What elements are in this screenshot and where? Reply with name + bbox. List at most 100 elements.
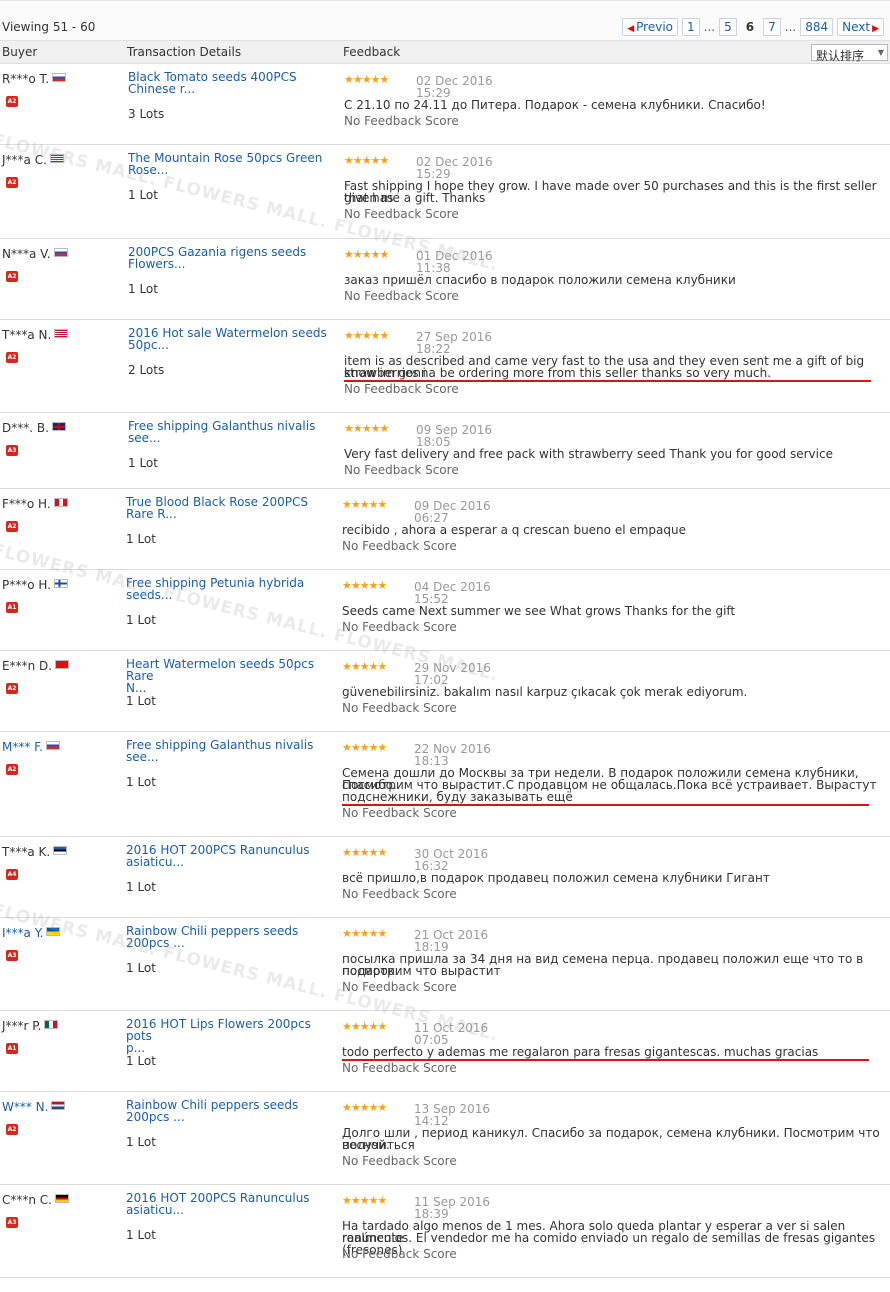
feedback-score: No Feedback Score [342,620,457,634]
buyer-name: C***n C. [2,1193,69,1207]
star-rating-icon: ★★★★★ [342,741,387,754]
feedback-score: No Feedback Score [342,1154,457,1168]
table-row: J***r P. A1 2016 HOT Lips Flowers 200pcs p… [0,1011,890,1092]
product-link[interactable]: 2016 HOT Lips Flowers 200pcs pots p... [126,1018,326,1054]
feedback-score: No Feedback Score [344,382,459,396]
country-flag-icon [55,660,70,669]
country-flag-icon [46,927,61,936]
review-list: R***o T. A2 Black Tomato seeds 400PCS Chine… [0,64,890,1278]
product-link[interactable]: 2016 Hot sale Watermelon seeds 50pc... [128,327,328,351]
star-rating-icon: ★★★★★ [344,154,389,167]
product-link-line: 50pc... [128,338,169,352]
page-current: 6 [745,20,755,34]
table-row: D***. B. A3 Free shipping Galanthus nivali… [0,413,890,489]
lot-quantity: 1 Lot [126,613,156,627]
buyer-level-badge: A2 [6,521,18,532]
table-header: Buyer Transaction Details Feedback 默认排序 … [0,40,890,64]
buyer-name[interactable]: I***a Y. [2,926,61,940]
product-link-line: p... [126,1041,146,1055]
star-rating-icon: ★★★★★ [342,927,387,940]
buyer-level-badge: A2 [6,764,18,775]
product-link[interactable]: Free shipping Petunia hybrida seeds... [126,577,326,601]
table-row: M*** F. A2 Free shipping Galanthus nivalis… [0,732,890,837]
prev-label: Previo [636,20,674,34]
buyer-name: J***r P. [2,1019,59,1033]
product-link[interactable]: True Blood Black Rose 200PCS Rare R... [126,496,326,520]
product-link-line: Rare R... [126,507,177,521]
feedback-text: given me a gift. Thanks [344,191,486,205]
feedback-score: No Feedback Score [344,114,459,128]
page-link-1[interactable]: 1 [682,18,700,36]
country-flag-icon [44,1020,59,1029]
product-link-line: N... [126,681,147,695]
buyer-label: D***. B. [2,421,49,435]
next-label: Next [842,20,871,34]
table-row: J***a C. A2 The Mountain Rose 50pcs Green R… [0,145,890,239]
buyer-name[interactable]: W*** N. [2,1100,66,1114]
feedback-score: No Feedback Score [342,1061,457,1075]
buyer-name: F***o H. [2,497,68,511]
buyer-level-badge: A3 [6,1217,18,1228]
star-rating-icon: ★★★★★ [344,329,389,342]
feedback-datetime: 27 Sep 2016 18:22 [416,331,496,355]
product-link[interactable]: The Mountain Rose 50pcs Green Rose... [128,152,328,176]
buyer-name: T***a K. [2,845,68,859]
buyer-name: E***n D. [2,659,70,673]
product-link[interactable]: 200PCS Gazania rigens seeds Flowers... [128,246,328,270]
lot-quantity: 1 Lot [126,1054,156,1068]
feedback-text: заказ пришёл спасибо в подарок положили … [344,273,736,287]
chevron-down-icon: ▼ [877,48,884,57]
buyer-level-badge: A2 [6,352,18,363]
arrow-left-icon: ◀ [627,24,635,34]
product-link[interactable]: Rainbow Chili peppers seeds 200pcs ... [126,925,326,949]
buyer-level-badge: A4 [6,869,18,880]
buyer-level-badge: A2 [6,177,18,188]
star-rating-icon: ★★★★★ [342,579,387,592]
product-link[interactable]: Rainbow Chili peppers seeds 200pcs ... [126,1099,326,1123]
buyer-label: C***n C. [2,1193,52,1207]
page-link-last[interactable]: 884 [800,18,834,36]
table-row: T***a N. A2 2016 Hot sale Watermelon seeds… [0,320,890,413]
page-link-7[interactable]: 7 [763,18,781,36]
product-link-line: Rose... [128,163,169,177]
feedback-datetime: 09 Sep 2016 18:05 [416,424,496,448]
table-row: W*** N. A2 Rainbow Chili peppers seeds 200p… [0,1092,890,1185]
pagination-bar: Viewing 51 - 60 ◀ Previo 1 ... 5 6 7 ... … [0,0,890,40]
buyer-label: J***a C. [2,153,47,167]
product-link[interactable]: Heart Watermelon seeds 50pcs Rare N... [126,658,326,694]
sort-select[interactable]: 默认排序 ▼ [811,44,888,63]
product-link[interactable]: Black Tomato seeds 400PCS Chinese r... [128,71,328,95]
page-link-5[interactable]: 5 [719,18,737,36]
feedback-score: No Feedback Score [342,806,457,820]
feedback-text: güvenebilirsiniz. bakalım nasıl karpuz ç… [342,685,748,699]
buyer-name: T***a N. [2,328,69,342]
country-flag-icon [52,73,67,82]
star-rating-icon: ★★★★★ [344,73,389,86]
buyer-name[interactable]: M*** F. [2,740,60,754]
product-link[interactable]: 2016 HOT 200PCS Ranunculus asiaticu... [126,844,326,868]
product-link[interactable]: Free shipping Galanthus nivalis see... [126,739,326,763]
arrow-right-icon: ▶ [872,24,879,34]
product-link-line: 200pcs ... [126,1110,185,1124]
buyer-label: P***o H. [2,578,52,592]
country-flag-icon [51,422,66,431]
product-link[interactable]: Free shipping Galanthus nivalis see... [128,420,328,444]
buyer-label: R***o T. [2,72,50,86]
country-flag-icon [53,498,68,507]
prev-page-button[interactable]: ◀ Previo [622,18,679,36]
product-link[interactable]: 2016 HOT 200PCS Ranunculus asiaticu... [126,1192,326,1216]
product-link-line: Heart Watermelon seeds 50pcs Rare [126,657,315,683]
star-rating-icon: ★★★★★ [344,422,389,435]
buyer-label: M*** F. [2,740,43,754]
next-page-button[interactable]: Next ▶ [837,18,884,36]
feedback-datetime: 21 Oct 2016 18:19 [414,929,494,953]
feedback-datetime: 09 Dec 2016 06:27 [414,500,494,524]
feedback-text: всё пришло,в подарок продавец положил се… [342,871,770,885]
feedback-datetime: 30 Oct 2016 16:32 [414,848,494,872]
product-link-line: asiaticu... [126,1203,184,1217]
buyer-label: F***o H. [2,497,51,511]
feedback-datetime: 04 Dec 2016 15:52 [414,581,494,605]
lot-quantity: 1 Lot [126,775,156,789]
buyer-label: T***a K. [2,845,51,859]
lot-quantity: 1 Lot [126,1228,156,1242]
